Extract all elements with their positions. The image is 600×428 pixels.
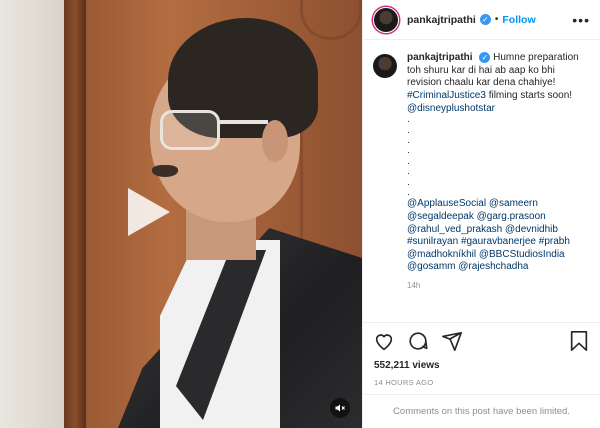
caption-dot: . bbox=[407, 145, 410, 157]
glasses-arm bbox=[218, 120, 268, 124]
caption-dot: . bbox=[407, 134, 410, 146]
mention-link[interactable]: @devnidhib bbox=[505, 224, 558, 235]
mention-link[interactable]: @sameern bbox=[489, 198, 538, 209]
video-player[interactable] bbox=[0, 0, 362, 428]
comments-limited-notice: Comments on this post have been limited. bbox=[363, 394, 600, 428]
speaker-muted-icon[interactable] bbox=[330, 398, 350, 418]
verified-badge-icon: ✓ bbox=[479, 14, 491, 25]
action-bar bbox=[363, 322, 600, 358]
caption-username[interactable]: pankajtripathi bbox=[407, 52, 473, 63]
caption-dot: . bbox=[407, 186, 410, 198]
mention-link[interactable]: @rajeshchadha bbox=[458, 261, 528, 272]
post-sidebar: pankajtripathi ✓ • Follow ••• pankajtrip… bbox=[362, 0, 600, 428]
caption-dot: . bbox=[407, 114, 410, 126]
mention-link[interactable]: @garg.prasoon bbox=[477, 211, 546, 222]
view-count[interactable]: 552,211 views bbox=[374, 360, 440, 371]
post-header: pankajtripathi ✓ • Follow ••• bbox=[363, 0, 600, 40]
more-options-icon[interactable]: ••• bbox=[572, 12, 590, 28]
mention-link[interactable]: @disneyplushotstar bbox=[407, 103, 495, 114]
caption-dot: . bbox=[407, 166, 410, 178]
separator-dot: • bbox=[494, 14, 499, 25]
caption-row: pankajtripathi ✓ Humne preparation toh s… bbox=[373, 52, 590, 293]
person-ear bbox=[262, 120, 288, 162]
hashtag-link[interactable]: #sunilrayan bbox=[407, 236, 458, 247]
background-wall bbox=[0, 0, 68, 428]
caption-dot: . bbox=[407, 176, 410, 188]
door-frame bbox=[64, 0, 86, 428]
mention-link[interactable]: @gosamm bbox=[407, 261, 456, 272]
verified-badge-icon: ✓ bbox=[479, 52, 491, 63]
caption-area: pankajtripathi ✓ Humne preparation toh s… bbox=[373, 52, 590, 314]
mention-link[interactable]: @ApplauseSocial bbox=[407, 198, 486, 209]
caption-dot: . bbox=[407, 124, 410, 136]
caption-dot: . bbox=[407, 155, 410, 167]
hashtag-link[interactable]: #CriminalJustice3 bbox=[407, 90, 486, 101]
caption-timestamp: 14h bbox=[407, 280, 421, 290]
caption-text: pankajtripathi ✓ Humne preparation toh s… bbox=[407, 52, 590, 293]
comment-icon[interactable] bbox=[407, 330, 429, 352]
post-timestamp[interactable]: 14 HOURS AGO bbox=[374, 378, 433, 387]
mention-link[interactable]: @rahul_ved_prakash bbox=[407, 224, 502, 235]
mention-link[interactable]: @BBCStudiosIndia bbox=[479, 249, 565, 260]
caption-continuation: filming starts soon! bbox=[485, 89, 573, 101]
heart-icon[interactable] bbox=[373, 330, 395, 352]
play-icon[interactable] bbox=[128, 188, 170, 236]
hashtag-link[interactable]: #prabh bbox=[539, 236, 570, 247]
mention-link[interactable]: @madhokníkhil bbox=[407, 249, 476, 260]
avatar[interactable] bbox=[373, 6, 399, 33]
mention-link[interactable]: @segaldeepak bbox=[407, 211, 474, 222]
username-link[interactable]: pankajtripathi bbox=[407, 14, 476, 26]
person-mustache bbox=[152, 165, 178, 177]
caption-avatar[interactable] bbox=[373, 54, 397, 78]
person-glasses bbox=[160, 110, 220, 150]
hashtag-link[interactable]: #gauravbanerjee bbox=[461, 236, 536, 247]
bookmark-icon[interactable] bbox=[568, 330, 590, 352]
follow-button[interactable]: Follow bbox=[502, 14, 535, 26]
share-icon[interactable] bbox=[441, 330, 463, 352]
